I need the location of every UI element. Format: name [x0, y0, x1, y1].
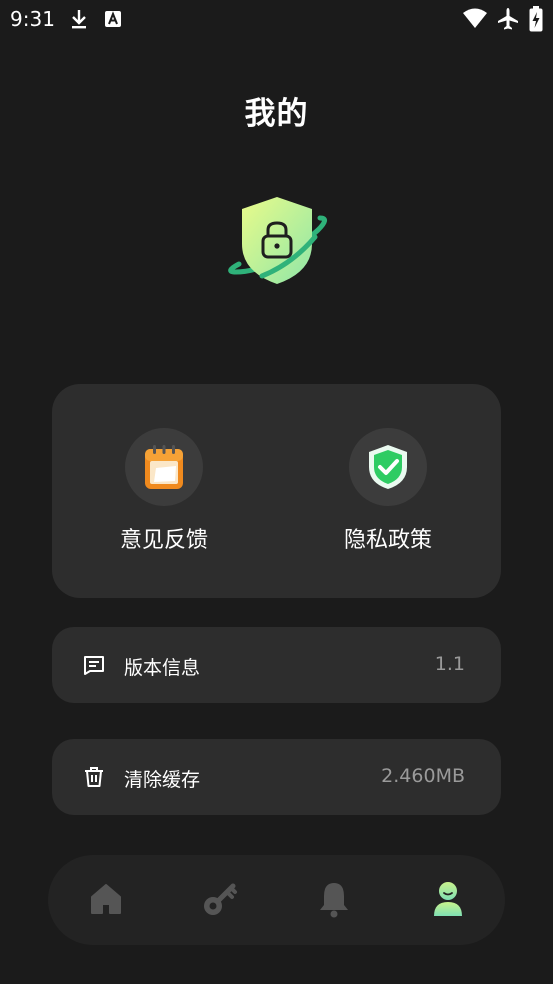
shield-check-icon	[369, 445, 407, 489]
shield-lock-logo	[228, 197, 327, 284]
trash-icon	[85, 767, 103, 787]
bell-icon[interactable]	[314, 879, 354, 919]
version-info-label: 版本信息	[124, 657, 201, 679]
key-icon[interactable]	[200, 879, 240, 919]
privacy-icon-circle	[349, 428, 427, 506]
bottom-nav	[48, 855, 505, 945]
version-info-row[interactable]: 版本信息 1.1	[52, 627, 501, 703]
privacy-policy-button[interactable]: 隐私政策	[308, 428, 468, 554]
page-title: 我的	[244, 96, 309, 132]
version-value: 1.1	[434, 653, 465, 675]
privacy-policy-label: 隐私政策	[343, 528, 432, 553]
status-bar: 9:31	[0, 0, 553, 38]
cache-size-value: 2.460MB	[381, 765, 465, 787]
status-time: 9:31	[10, 7, 55, 31]
profile-icon[interactable]	[428, 879, 468, 919]
profile-screen: 9:31 我的 意见反馈 隐私政策 版本信息 1.1 清除缓存 2.460MB	[0, 0, 553, 984]
notepad-icon	[145, 445, 183, 489]
wifi-icon	[463, 8, 487, 28]
feedback-label: 意见反馈	[119, 528, 208, 553]
feedback-button[interactable]: 意见反馈	[84, 428, 244, 554]
battery-charging-icon	[529, 6, 543, 32]
feedback-icon-circle	[125, 428, 203, 506]
text-a-icon	[105, 11, 121, 27]
feature-card: 意见反馈 隐私政策	[52, 384, 501, 598]
clear-cache-row[interactable]: 清除缓存 2.460MB	[52, 739, 501, 815]
clear-cache-label: 清除缓存	[124, 769, 201, 791]
airplane-icon	[498, 8, 518, 30]
download-icon	[72, 10, 86, 29]
home-icon[interactable]	[86, 879, 126, 919]
message-icon	[84, 656, 104, 675]
